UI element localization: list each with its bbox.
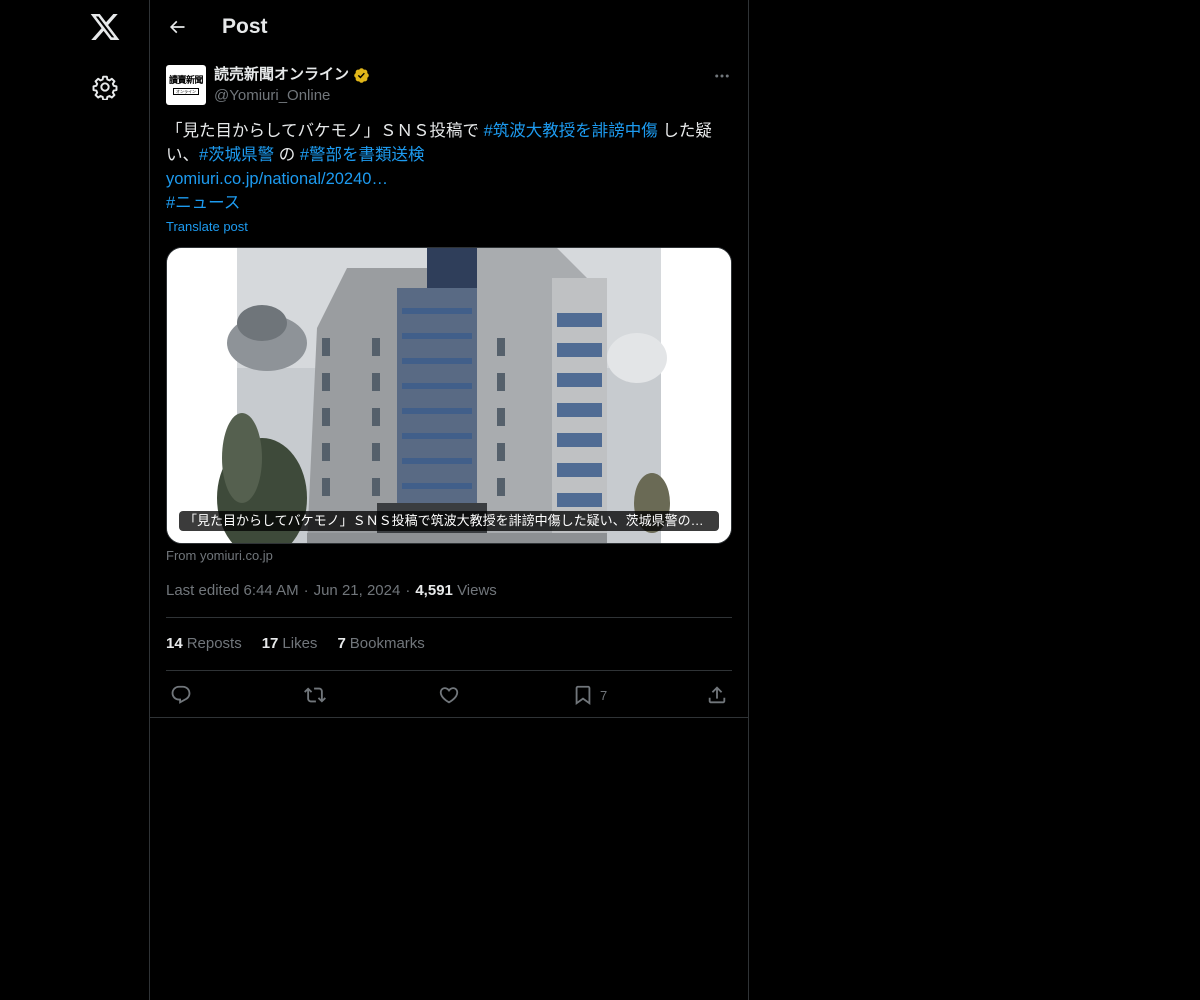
share-button[interactable] bbox=[706, 683, 728, 707]
post-header: Post bbox=[150, 0, 749, 54]
views-label: Views bbox=[457, 582, 497, 599]
bookmark-icon bbox=[575, 685, 591, 706]
verified-badge-icon bbox=[354, 67, 369, 83]
link-preview-card[interactable]: 「見た目からしてバケモノ」ＳＮＳ投稿で筑波大教授を誹謗中傷した疑い、茨城県警の警… bbox=[166, 247, 732, 544]
bookmark-count: 7 bbox=[600, 687, 608, 703]
bookmark-button[interactable]: 7 bbox=[572, 683, 607, 707]
x-logo-icon[interactable] bbox=[89, 11, 121, 43]
repost-icon bbox=[304, 687, 326, 703]
reposts-label: Reposts bbox=[186, 635, 242, 652]
left-nav bbox=[0, 0, 150, 1000]
author-handle[interactable]: @Yomiuri_Online bbox=[214, 86, 330, 106]
bookmarks-count: 7 bbox=[337, 635, 346, 652]
more-options-button[interactable] bbox=[710, 66, 734, 86]
author-name[interactable]: 読売新聞オンライン bbox=[214, 65, 349, 85]
avatar-logo-subtext: オンライン bbox=[173, 87, 199, 95]
bookmarks-stat-link[interactable]: 7 Bookmarks bbox=[337, 634, 424, 654]
post-text-segment: の bbox=[274, 146, 300, 164]
avatar-logo-text: 讀賣新聞 bbox=[168, 75, 204, 86]
back-button[interactable] bbox=[164, 14, 190, 40]
views-count: 4,591 bbox=[415, 582, 453, 599]
hashtag-link[interactable]: #筑波大教授を誹謗中傷 bbox=[484, 122, 658, 140]
reply-icon bbox=[171, 685, 191, 704]
reply-button[interactable] bbox=[170, 683, 192, 707]
post-time-link[interactable]: Last edited 6:44 AM bbox=[166, 582, 299, 599]
repost-button[interactable] bbox=[304, 683, 326, 707]
reposts-stat-link[interactable]: 14 Reposts bbox=[166, 634, 242, 654]
post-actions: 7 bbox=[166, 683, 732, 707]
article-url-link[interactable]: yomiuri.co.jp/national/20240… bbox=[166, 170, 388, 188]
heart-icon bbox=[439, 687, 459, 704]
likes-stat-link[interactable]: 17 Likes bbox=[262, 634, 318, 654]
divider bbox=[166, 670, 732, 671]
translate-post-link[interactable]: Translate post bbox=[166, 218, 248, 236]
like-button[interactable] bbox=[438, 683, 460, 707]
card-source[interactable]: From yomiuri.co.jp bbox=[166, 547, 273, 565]
post-stats: 14 Reposts 17 Likes 7 Bookmarks bbox=[166, 634, 425, 654]
likes-count: 17 bbox=[261, 635, 279, 652]
avatar[interactable]: 讀賣新聞 オンライン bbox=[166, 65, 206, 105]
card-title[interactable]: 「見た目からしてバケモノ」ＳＮＳ投稿で筑波大教授を誹謗中傷した疑い、茨城県警の警… bbox=[179, 511, 719, 531]
more-horizontal-icon bbox=[715, 74, 729, 78]
hashtag-link[interactable]: #茨城県警 bbox=[199, 146, 274, 164]
post-text: 「見た目からしてバケモノ」ＳＮＳ投稿で #筑波大教授を誹謗中傷 した疑い、#茨城… bbox=[166, 119, 732, 215]
gear-icon[interactable] bbox=[92, 74, 118, 101]
arrow-left-icon bbox=[169, 20, 185, 34]
building-photo bbox=[167, 248, 731, 543]
hashtag-link[interactable]: #警部を書類送検 bbox=[300, 146, 425, 164]
post-column: Post 讀賣新聞 オンライン 読売新聞オンライン @Yomiuri_Onlin… bbox=[150, 0, 749, 1000]
hashtag-link[interactable]: #ニュース bbox=[166, 194, 240, 212]
page-title: Post bbox=[222, 15, 268, 38]
author-name-row[interactable]: 読売新聞オンライン bbox=[214, 65, 370, 85]
post-text-segment: 「見た目からしてバケモノ」ＳＮＳ投稿で bbox=[166, 122, 484, 140]
reposts-count: 14 bbox=[166, 635, 183, 652]
bookmarks-label: Bookmarks bbox=[349, 635, 425, 652]
post-meta: Last edited 6:44 AM · Jun 21, 2024 · 4,591 V… bbox=[166, 581, 497, 601]
meta-separator: · bbox=[303, 582, 309, 599]
post-date-link[interactable]: Jun 21, 2024 bbox=[314, 582, 401, 599]
share-icon bbox=[708, 686, 726, 704]
post-bottom-border bbox=[150, 717, 749, 718]
meta-separator: · bbox=[405, 582, 411, 599]
divider bbox=[166, 617, 732, 618]
likes-label: Likes bbox=[282, 635, 318, 652]
